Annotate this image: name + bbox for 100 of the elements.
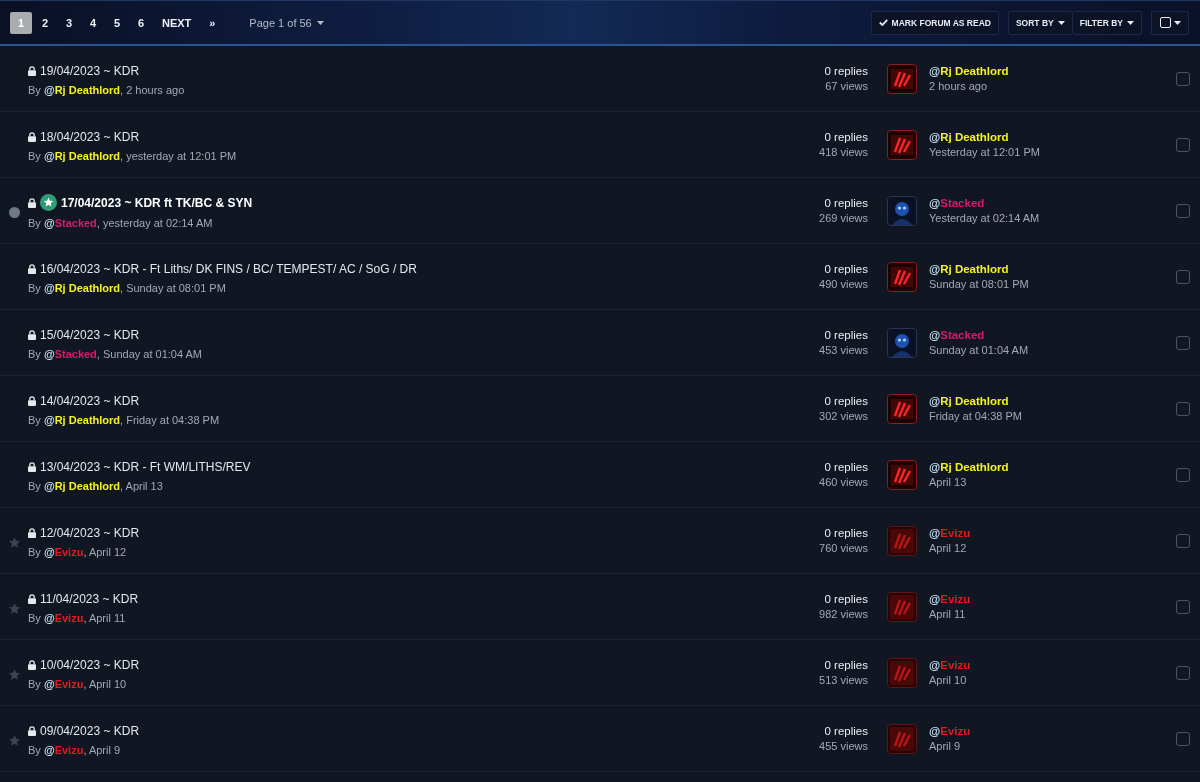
last-poster-link[interactable]: @Stacked	[929, 197, 985, 209]
row-checkbox[interactable]	[1176, 137, 1190, 152]
topic-title-link[interactable]: 16/04/2023 ~ KDR - Ft Liths/ DK FINS / BC/ TEMPEST/ AC / SoG / DR	[40, 261, 417, 276]
page-jump-dropdown[interactable]: Page 1 of 56	[249, 16, 324, 29]
topic-title-link[interactable]: 09/04/2023 ~ KDR	[40, 723, 140, 738]
topic-byline: By @Evizu, April 9	[28, 743, 122, 756]
topic-byline: By @Rj Deathlord, Friday at 04:38 PM	[28, 413, 221, 426]
reply-count: 0 replies	[824, 395, 868, 407]
view-count: 760 views	[819, 542, 868, 554]
topic-title-link[interactable]: 11/04/2023 ~ KDR	[40, 591, 139, 606]
caret-icon	[1127, 20, 1134, 25]
author-link[interactable]: @Stacked	[43, 347, 97, 360]
avatar-drawing[interactable]	[887, 525, 917, 556]
topic-title-link[interactable]: 18/04/2023 ~ KDR	[40, 129, 140, 144]
last-poster-link[interactable]: @Rj Deathlord	[929, 131, 1009, 143]
last-poster-link[interactable]: @Evizu	[929, 527, 971, 539]
topic-byline: By @Evizu, April 10	[28, 677, 128, 690]
topic-byline: By @Evizu, April 12	[28, 545, 128, 558]
avatar-drawing[interactable]	[887, 327, 917, 358]
avatar-drawing[interactable]	[887, 657, 917, 688]
view-count: 418 views	[819, 146, 868, 158]
author-link[interactable]: @Stacked	[43, 217, 97, 229]
next-page-link[interactable]: NEXT	[154, 11, 200, 34]
check-icon	[878, 19, 888, 26]
last-poster-link[interactable]: @Rj Deathlord	[929, 263, 1009, 275]
topic-title-link[interactable]: 17/04/2023 ~ KDR ft TK/BC & SYN	[61, 195, 253, 210]
row-checkbox[interactable]	[1176, 335, 1190, 350]
topic-byline: By @Rj Deathlord, Sunday at 08:01 PM	[28, 281, 227, 294]
row-checkbox[interactable]	[1176, 533, 1190, 548]
last-poster-link[interactable]: @Evizu	[929, 725, 971, 737]
reply-count: 0 replies	[824, 725, 868, 737]
row-checkbox[interactable]	[1176, 665, 1190, 680]
last-post-time: 2 hours ago	[929, 80, 988, 92]
row-checkbox[interactable]	[1176, 401, 1190, 416]
caret-icon	[316, 20, 324, 25]
avatar-drawing[interactable]	[887, 195, 917, 226]
last-post-time: Yesterday at 02:14 AM	[929, 212, 1040, 224]
last-poster-link[interactable]: @Rj Deathlord	[929, 65, 1009, 77]
page-link[interactable]: 3	[58, 11, 80, 34]
caret-icon	[1057, 20, 1065, 25]
reply-count: 0 replies	[824, 527, 868, 539]
row-checkbox[interactable]	[1176, 467, 1190, 482]
view-count: 453 views	[819, 344, 868, 356]
last-post-time: Friday at 04:38 PM	[929, 410, 1022, 422]
reply-count: 0 replies	[824, 131, 868, 143]
reply-count: 0 replies	[824, 197, 868, 209]
page-link[interactable]: 6	[130, 11, 152, 34]
topic-title-link[interactable]: 15/04/2023 ~ KDR	[40, 327, 140, 342]
row-checkbox[interactable]	[1176, 203, 1190, 218]
reply-count: 0 replies	[824, 263, 868, 275]
last-post-time: April 12	[929, 542, 967, 554]
avatar-drawing[interactable]	[887, 591, 917, 622]
avatar-drawing[interactable]	[887, 459, 917, 490]
view-count: 302 views	[819, 410, 868, 422]
row-checkbox[interactable]	[1176, 71, 1190, 86]
reply-count: 0 replies	[824, 65, 868, 77]
filter-by-button[interactable]: FILTER BY	[1072, 10, 1142, 35]
reply-count: 0 replies	[824, 461, 868, 473]
sort-by-button[interactable]: SORT BY	[1007, 10, 1073, 35]
last-poster-link[interactable]: @Rj Deathlord	[929, 395, 1009, 407]
page-link[interactable]: 2	[34, 11, 56, 34]
topic-title-link[interactable]: 10/04/2023 ~ KDR	[40, 657, 140, 672]
view-count: 460 views	[819, 476, 868, 488]
last-post-time: April 10	[929, 674, 967, 686]
mark-forum-read-button[interactable]: MARK FORUM AS READ	[870, 10, 999, 35]
row-checkbox[interactable]	[1176, 599, 1190, 614]
reply-count: 0 replies	[824, 593, 868, 605]
avatar-drawing[interactable]	[887, 129, 917, 160]
last-post-time: Sunday at 08:01 PM	[929, 278, 1029, 290]
avatar-drawing[interactable]	[887, 723, 917, 754]
topic-byline: By @Evizu, April 11	[28, 611, 127, 624]
row-checkbox[interactable]	[1176, 269, 1190, 284]
avatar-drawing[interactable]	[887, 261, 917, 292]
reply-count: 0 replies	[824, 329, 868, 341]
page-link[interactable]: 4	[82, 11, 104, 34]
view-count: 455 views	[819, 740, 868, 752]
caret-icon	[1174, 20, 1181, 25]
topic-byline: By @Rj Deathlord, April 13	[28, 479, 164, 492]
view-count: 490 views	[819, 278, 868, 290]
avatar-drawing[interactable]	[887, 393, 917, 424]
view-count: 982 views	[819, 608, 868, 620]
topic-title-link[interactable]: 19/04/2023 ~ KDR	[40, 63, 140, 78]
select-all-menu-button[interactable]	[1151, 10, 1189, 35]
last-poster-link[interactable]: @Stacked	[929, 329, 985, 341]
last-page-link[interactable]: »	[201, 11, 224, 34]
last-post-time: April 11	[929, 608, 966, 620]
topic-title-link[interactable]: 14/04/2023 ~ KDR	[40, 393, 140, 408]
last-post-time: April 13	[929, 476, 967, 488]
topic-title-link[interactable]: 13/04/2023 ~ KDR - Ft WM/LITHS/REV	[40, 459, 251, 474]
last-poster-link[interactable]: @Evizu	[929, 659, 971, 671]
page-link[interactable]: 5	[106, 11, 128, 34]
topic-byline: By @Rj Deathlord, yesterday at 12:01 PM	[28, 149, 238, 162]
row-checkbox[interactable]	[1176, 731, 1190, 746]
last-post-time: Yesterday at 12:01 PM	[929, 146, 1040, 158]
topic-title-link[interactable]: 12/04/2023 ~ KDR	[40, 525, 140, 540]
view-count: 67 views	[825, 80, 868, 92]
last-poster-link[interactable]: @Evizu	[929, 593, 971, 605]
last-poster-link[interactable]: @Rj Deathlord	[929, 461, 1009, 473]
view-count: 513 views	[819, 674, 868, 686]
avatar-drawing[interactable]	[887, 63, 917, 94]
